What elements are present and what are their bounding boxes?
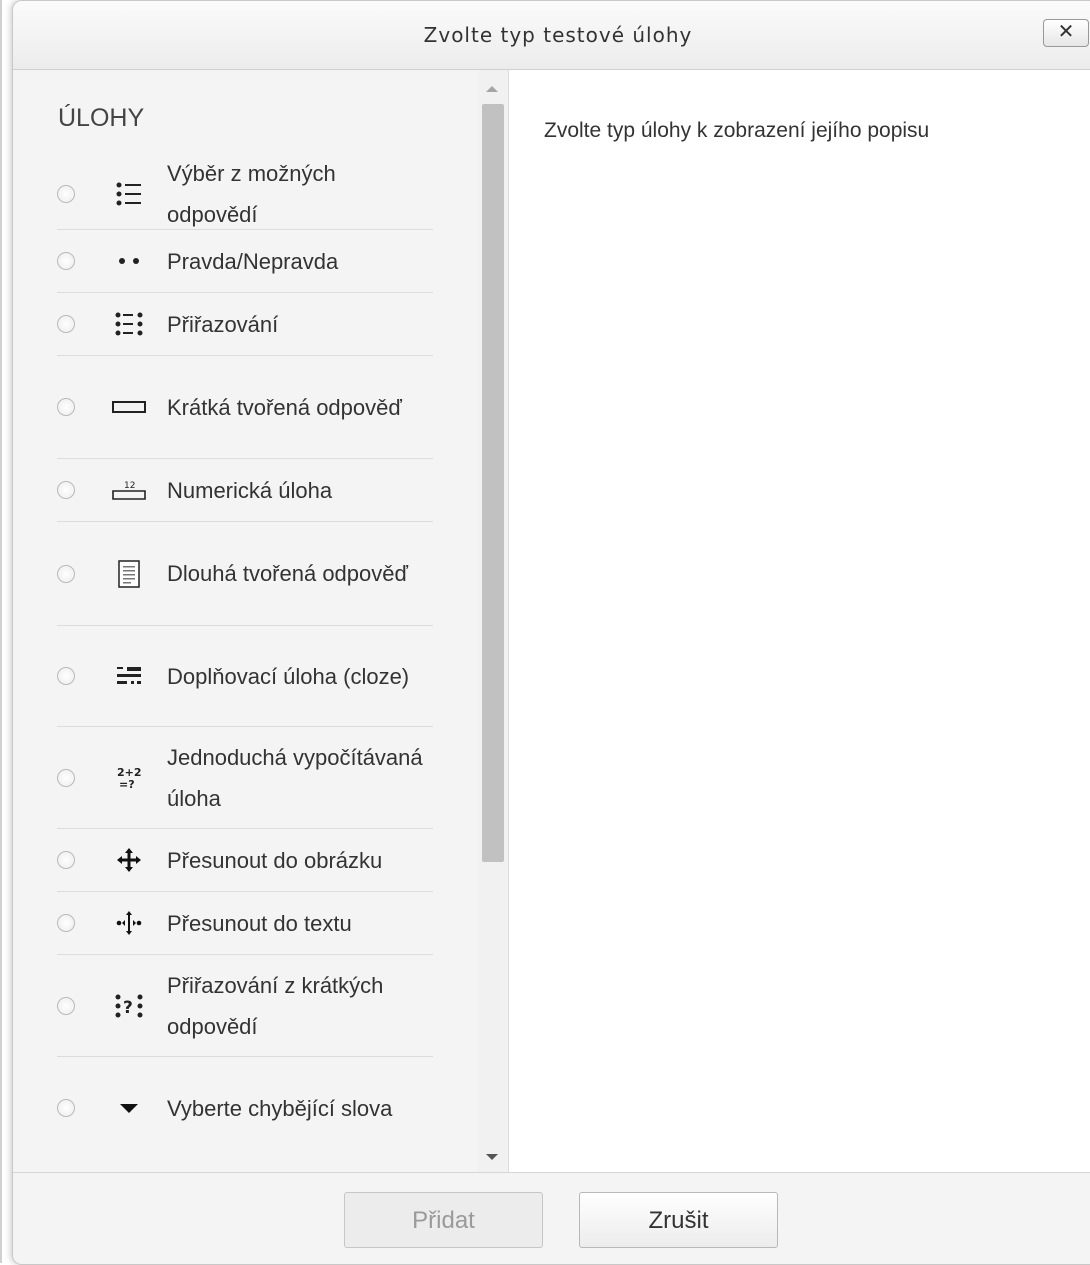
radio-button[interactable] [57,184,75,203]
scroll-up-arrow-icon[interactable] [486,86,498,92]
radio-button[interactable] [57,564,75,583]
truefalse-icon [111,246,147,276]
radio-button[interactable] [57,914,75,932]
question-type-list: Výběr z možných odpovědí Pravda/Nepravda [57,158,433,1159]
option-randomsamatch[interactable]: ? Přiřazování z krátkých odpovědí [57,955,433,1057]
shortanswer-icon [111,392,147,422]
numerical-icon: 12 [111,475,147,505]
svg-text:12: 12 [124,481,135,491]
list-scrollbar[interactable] [478,70,508,1172]
dialog-title: Zvolte typ testové úlohy [423,23,693,47]
option-label: Přesunout do textu [167,910,352,936]
svg-text:=?: =? [119,778,135,791]
option-ddwtos[interactable]: Přesunout do textu [57,892,433,955]
drag-drop-image-icon [111,845,147,875]
option-label: Pravda/Nepravda [167,248,339,274]
option-multichoice[interactable]: Výběr z možných odpovědí [57,158,433,230]
calculated-simple-icon: 2+2 =? [111,763,147,793]
option-label: Dlouhá tvořená odpověď [167,561,409,586]
radio-button[interactable] [57,667,75,685]
option-label: Doplňovací úloha (cloze) [167,663,410,689]
scroll-thumb[interactable] [482,104,504,862]
radio-button[interactable] [57,1099,75,1117]
svg-text:?: ? [123,998,133,1018]
radio-button[interactable] [57,768,75,787]
multichoice-icon [111,179,147,209]
option-essay[interactable]: Dlouhá tvořená odpověď [57,522,433,626]
option-calculatedsimple[interactable]: 2+2 =? Jednoduchá vypočítávaná úloha [57,727,433,829]
option-label: Přiřazování [167,311,279,337]
dialog-header: Zvolte typ testové úlohy ✕ [13,1,1090,70]
option-ddimageortext[interactable]: Přesunout do obrázku [57,829,433,892]
option-label: Výběr z možných odpovědí [167,160,336,227]
option-matching[interactable]: Přiřazování [57,293,433,356]
option-label: Přesunout do obrázku [167,847,383,873]
radio-button[interactable] [57,398,75,416]
option-label: Přiřazování z krátkých odpovědí [167,972,384,1039]
scroll-down-arrow-icon[interactable] [486,1154,498,1160]
select-missing-words-icon [111,1093,147,1123]
matching-icon [111,309,147,339]
drag-drop-text-icon [111,908,147,938]
option-truefalse[interactable]: Pravda/Nepravda [57,230,433,293]
type-description: Zvolte typ úlohy k zobrazení jejího popi… [544,119,930,142]
radio-button[interactable] [57,252,75,270]
option-label: Vyberte chybějící slova [167,1095,393,1121]
option-gapselect[interactable]: Vyberte chybějící slova [57,1057,433,1159]
cancel-button[interactable]: Zrušit [579,1192,778,1248]
cloze-icon [111,661,147,691]
radio-button[interactable] [57,996,75,1015]
add-button[interactable]: Přidat [344,1192,543,1248]
random-shortanswer-matching-icon: ? [111,991,147,1021]
section-heading: ÚLOHY [58,104,145,132]
radio-button[interactable] [57,315,75,333]
radio-button[interactable] [57,481,75,499]
option-label: Krátká tvořená odpověď [167,394,402,420]
option-cloze[interactable]: Doplňovací úloha (cloze) [57,626,433,727]
question-types-panel: ÚLOHY Výběr z možných odpovědí Pravda/Ne… [13,70,509,1172]
option-label: Jednoduchá vypočítávaná úloha [167,744,423,811]
option-numerical[interactable]: 12 Numerická úloha [57,459,433,522]
option-label: Numerická úloha [167,477,333,503]
question-type-dialog: Zvolte typ testové úlohy ✕ ÚLOHY Výběr z… [12,0,1090,1265]
option-shortanswer[interactable]: Krátká tvořená odpověď [57,356,433,459]
dialog-footer: Přidat Zrušit [13,1172,1090,1264]
close-button[interactable]: ✕ [1043,19,1089,47]
essay-icon [111,559,147,589]
radio-button[interactable] [57,851,75,869]
